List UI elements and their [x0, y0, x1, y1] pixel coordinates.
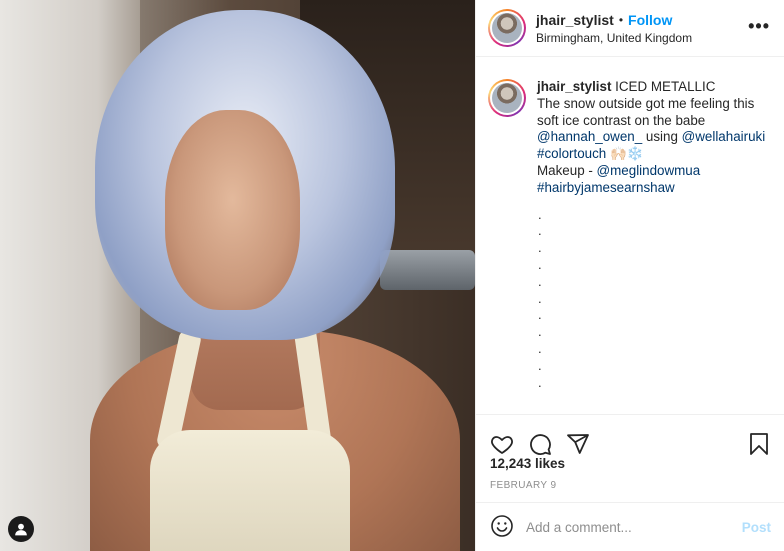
share-icon [567, 433, 589, 454]
photo-top [150, 430, 350, 551]
caption-dots: . . . . . . . . . . . [538, 207, 772, 392]
likes-count[interactable]: 12,243 likes [490, 456, 565, 471]
post-photo[interactable] [0, 0, 475, 551]
caption-dot: . [538, 256, 542, 272]
more-options-button[interactable]: ••• [748, 17, 770, 35]
comment-icon [530, 433, 551, 455]
heart-icon [491, 435, 513, 454]
caption-dot: . [538, 273, 542, 289]
caption-section: jhair_stylist ICED METALLIC The snow out… [476, 57, 784, 414]
follow-button[interactable]: Follow [628, 12, 672, 28]
hashtag-james-link[interactable]: #hairbyjamesearnshaw [537, 180, 675, 195]
mention-hannah-link[interactable]: @hannah_owen_ [537, 129, 642, 144]
caption-dot: . [538, 357, 542, 373]
location-link[interactable]: Birmingham, United Kingdom [536, 31, 692, 45]
action-bar [476, 414, 784, 462]
caption-author-avatar[interactable] [488, 79, 526, 117]
photo-face [165, 110, 300, 310]
comment-bar: Post [476, 502, 784, 551]
follow-separator: • [618, 12, 624, 27]
caption-line: The snow outside got me feeling this sof… [537, 95, 755, 128]
author-username-link[interactable]: jhair_stylist [536, 12, 614, 28]
tagged-users-button[interactable] [8, 516, 34, 542]
mention-wella-link[interactable]: @wellahairuki [682, 129, 766, 144]
post-side-panel: jhair_stylist • Follow Birmingham, Unite… [475, 0, 784, 551]
post-comment-button[interactable]: Post [742, 520, 771, 535]
photo-rail [380, 250, 475, 290]
caption-dot: . [538, 307, 542, 323]
emoji-button[interactable] [490, 514, 514, 541]
caption-dot: . [538, 324, 542, 340]
author-avatar[interactable] [488, 9, 526, 47]
mention-meg-link[interactable]: @meglindowmua [597, 163, 701, 178]
like-button[interactable] [490, 432, 514, 456]
caption-title: ICED METALLIC [611, 79, 716, 94]
caption-author-link[interactable]: jhair_stylist [537, 79, 611, 94]
save-button[interactable] [747, 432, 771, 456]
caption-dot: . [538, 223, 542, 239]
hashtag-colortouch-link[interactable]: #colortouch [537, 146, 606, 161]
caption-dot: . [538, 206, 542, 222]
share-button[interactable] [566, 432, 590, 456]
post-date[interactable]: FEBRUARY 9 [490, 480, 556, 491]
bookmark-icon [750, 432, 768, 455]
caption-dot: . [538, 340, 542, 356]
comment-input[interactable] [526, 519, 742, 535]
caption-dot: . [538, 290, 542, 306]
comment-button[interactable] [528, 432, 552, 456]
user-icon [15, 523, 27, 536]
caption-dot: . [538, 240, 542, 256]
caption-text: jhair_stylist ICED METALLIC The snow out… [537, 79, 772, 414]
caption-using: using [642, 129, 682, 145]
caption-emoji: 🙌🏻❄️ [609, 146, 644, 162]
emoji-icon [491, 514, 513, 537]
caption-makeup: Makeup - [537, 162, 597, 178]
caption-dot: . [538, 374, 542, 390]
post-header: jhair_stylist • Follow Birmingham, Unite… [476, 0, 784, 57]
